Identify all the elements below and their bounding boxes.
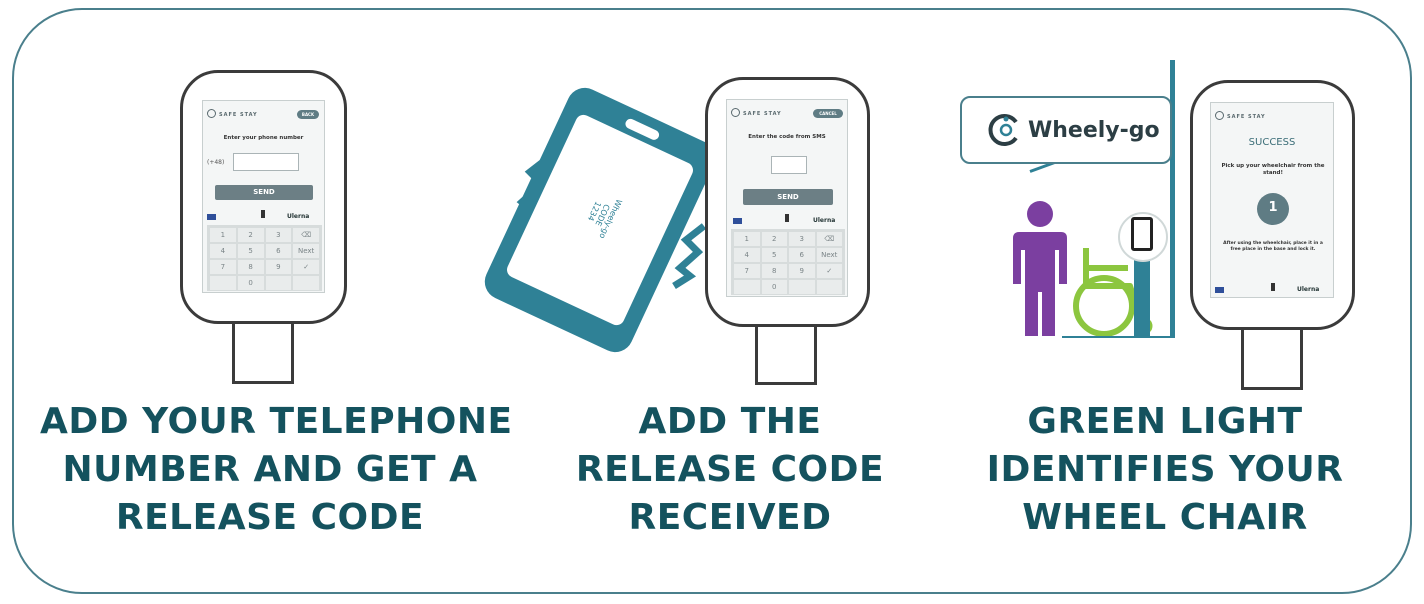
caption-line: RECEIVED xyxy=(628,497,832,538)
key[interactable]: ✓ xyxy=(816,264,842,278)
kiosk-1-screen: SAFE STAY BACK Enter your phone number (… xyxy=(202,100,325,293)
key[interactable]: 2 xyxy=(761,232,787,246)
caption-line: WHEEL CHAIR xyxy=(1022,497,1308,538)
brand-name: SAFE STAY xyxy=(743,111,782,117)
key[interactable]: 9 xyxy=(265,260,292,274)
caption-line: ADD THE xyxy=(638,401,822,442)
step-2-caption: ADD THE RELEASE CODE RECEIVED xyxy=(540,398,920,542)
key[interactable]: 1 xyxy=(210,228,236,242)
ulerna-logo: Ulerna xyxy=(813,217,836,224)
back-button[interactable]: BACK xyxy=(297,110,319,119)
caption-line: IDENTIFIES YOUR xyxy=(986,449,1344,490)
key[interactable]: 0 xyxy=(761,280,787,294)
partner-logo-icon xyxy=(1271,283,1275,291)
key[interactable]: ✓ xyxy=(293,260,319,274)
caption-line: GREEN LIGHT xyxy=(1027,401,1303,442)
person-icon xyxy=(1013,201,1067,336)
key[interactable]: 1 xyxy=(734,232,760,246)
kiosk-2-screen: SAFE STAY CANCEL Enter the code from SMS… xyxy=(726,99,848,297)
key[interactable]: 5 xyxy=(237,244,264,258)
keypad: 1 2 3 ⌫ 4 5 6 Next 7 8 9 ✓ 0 xyxy=(207,225,322,291)
partner-logo-icon xyxy=(261,210,265,218)
caption-line: RELEASE CODE xyxy=(115,497,425,538)
code-input[interactable] xyxy=(771,156,807,174)
wheely-go-logo-icon xyxy=(988,114,1018,146)
caption-line: ADD YOUR TELEPHONE xyxy=(40,401,513,442)
sms-line: CODE xyxy=(593,202,612,228)
key[interactable]: 3 xyxy=(789,232,815,246)
ulerna-logo: Ulerna xyxy=(1297,286,1320,293)
key[interactable]: ⌫ xyxy=(293,228,319,242)
keypad: 1 2 3 ⌫ 4 5 6 Next 7 8 9 ✓ 0 xyxy=(731,229,845,295)
success-title: SUCCESS xyxy=(1248,137,1296,148)
key[interactable]: 3 xyxy=(265,228,292,242)
key[interactable]: 7 xyxy=(210,260,236,274)
kiosk-1-stand xyxy=(232,324,294,384)
dock-post xyxy=(1134,255,1150,337)
key[interactable] xyxy=(789,280,815,294)
eu-flag-icon xyxy=(733,218,742,224)
key[interactable]: 8 xyxy=(237,260,264,274)
kiosk-2-stand xyxy=(755,327,817,385)
ulerna-logo: Ulerna xyxy=(287,213,310,220)
caption-line: RELEASE CODE xyxy=(575,449,885,490)
wheely-go-bubble: Wheely-go xyxy=(960,96,1172,164)
key[interactable] xyxy=(816,280,842,294)
eu-flag-icon xyxy=(1215,287,1224,293)
sms-code-text: Wheely-go CODE 1234 xyxy=(563,151,642,278)
safe-stay-logo-icon xyxy=(731,108,740,117)
key[interactable]: 9 xyxy=(789,264,815,278)
pickup-prompt: Pick up your wheelchair from the stand! xyxy=(1221,163,1325,176)
brand-name: SAFE STAY xyxy=(1227,114,1266,120)
phone-input[interactable] xyxy=(233,153,299,171)
cancel-button[interactable]: CANCEL xyxy=(813,109,843,118)
safe-stay-logo-icon xyxy=(207,109,216,118)
key[interactable]: 2 xyxy=(237,228,264,242)
kiosk-3-screen: SAFE STAY SUCCESS Pick up your wheelchai… xyxy=(1210,102,1334,298)
brand-name: SAFE STAY xyxy=(219,112,258,118)
ground-line xyxy=(1062,336,1174,338)
key[interactable] xyxy=(293,276,319,290)
safe-stay-logo-icon xyxy=(1215,111,1224,120)
send-button[interactable]: SEND xyxy=(215,185,313,200)
partner-logo-icon xyxy=(785,214,789,222)
kiosk-3-stand xyxy=(1241,330,1303,390)
caption-line: NUMBER AND GET A xyxy=(62,449,478,490)
key[interactable]: 6 xyxy=(789,248,815,262)
key[interactable]: 0 xyxy=(237,276,264,290)
key[interactable] xyxy=(734,280,760,294)
key[interactable]: 4 xyxy=(734,248,760,262)
key[interactable]: 8 xyxy=(761,264,787,278)
key[interactable]: ⌫ xyxy=(816,232,842,246)
send-button[interactable]: SEND xyxy=(743,189,833,205)
dock-screen xyxy=(1131,217,1153,251)
slot-number: 1 xyxy=(1268,200,1278,215)
step-1-caption: ADD YOUR TELEPHONE NUMBER AND GET A RELE… xyxy=(40,398,513,542)
key[interactable] xyxy=(210,276,236,290)
eu-flag-icon xyxy=(207,214,216,220)
key[interactable]: Next xyxy=(816,248,842,262)
key[interactable]: 5 xyxy=(761,248,787,262)
code-prompt: Enter the code from SMS xyxy=(748,134,826,140)
phone-prefix: (+48) xyxy=(207,159,225,166)
key[interactable]: 7 xyxy=(734,264,760,278)
wheely-go-label: Wheely-go xyxy=(1028,118,1160,143)
key[interactable]: 4 xyxy=(210,244,236,258)
key[interactable]: Next xyxy=(293,244,319,258)
phone-prompt: Enter your phone number xyxy=(223,135,304,141)
key[interactable]: 6 xyxy=(265,244,292,258)
step-3-caption: GREEN LIGHT IDENTIFIES YOUR WHEEL CHAIR xyxy=(975,398,1355,542)
return-note: After using the wheelchair, place it in … xyxy=(1223,241,1323,252)
key[interactable] xyxy=(265,276,292,290)
